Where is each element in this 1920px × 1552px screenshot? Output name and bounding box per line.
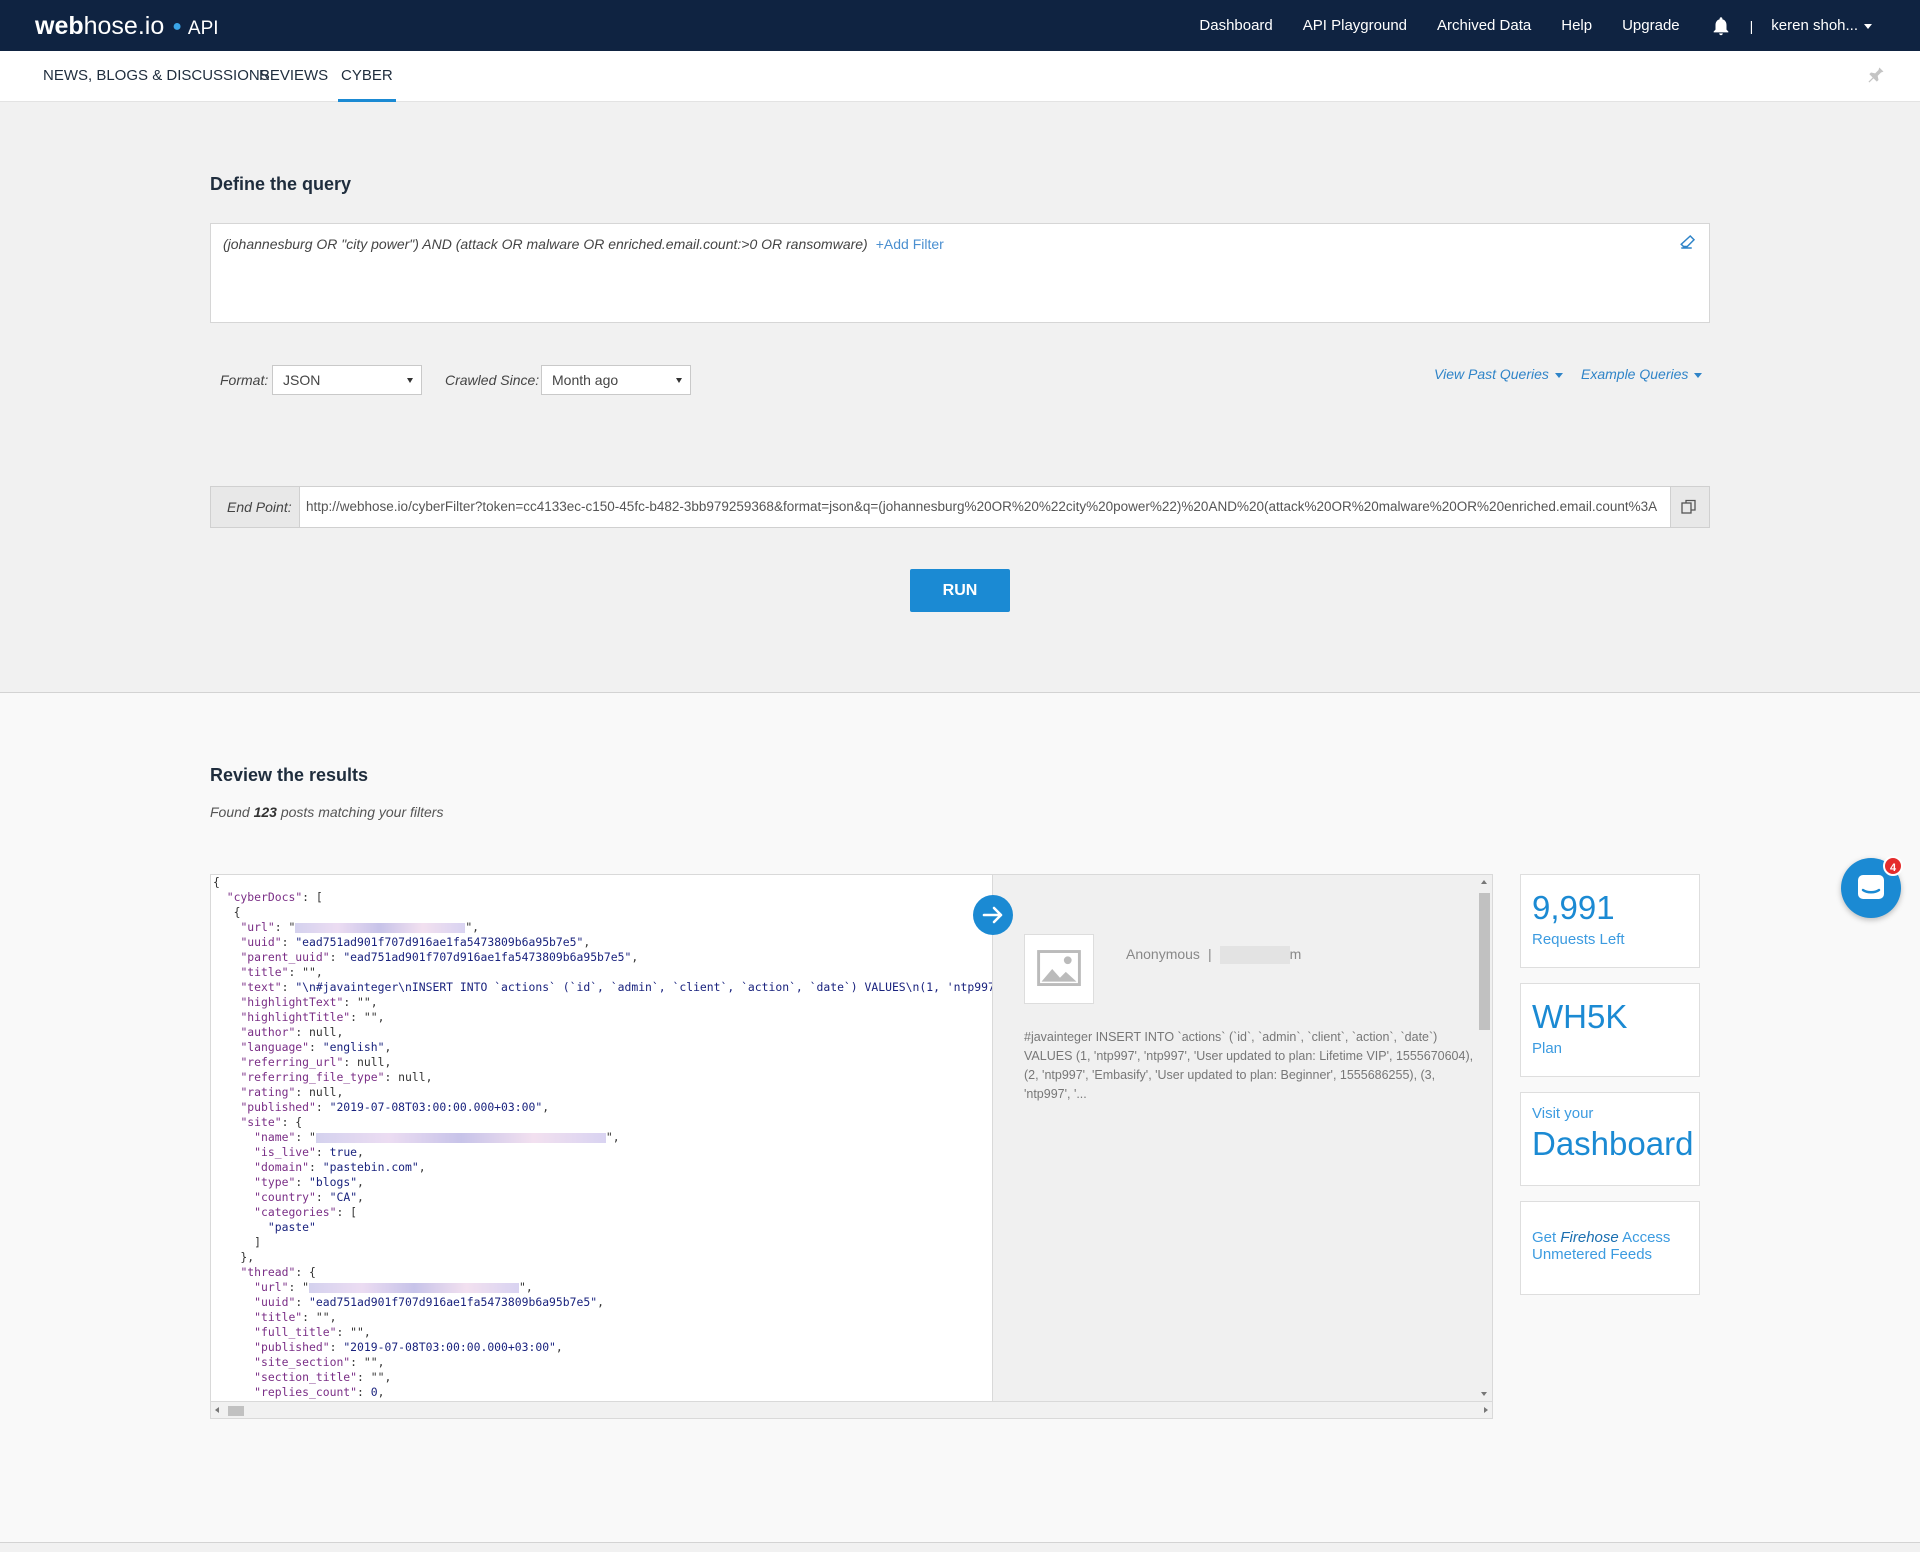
post-thumbnail — [1024, 934, 1094, 1004]
nav-help[interactable]: Help — [1561, 17, 1592, 34]
user-menu[interactable]: keren shoh... — [1771, 17, 1872, 34]
crawled-since-select[interactable]: Month ago — [541, 365, 691, 395]
vertical-scrollbar[interactable] — [1477, 875, 1492, 1401]
eraser-icon[interactable] — [1679, 233, 1697, 251]
scroll-right-icon[interactable] — [1484, 1407, 1488, 1413]
chat-launcher[interactable]: 4 — [1841, 856, 1903, 918]
tab-cyber[interactable]: CYBER — [338, 51, 396, 102]
chevron-down-icon — [1864, 23, 1872, 29]
chevron-down-icon — [1694, 372, 1703, 378]
tab-bar: NEWS, BLOGS & DISCUSSIONS REVIEWS CYBER — [0, 51, 1920, 102]
copy-icon[interactable] — [1681, 499, 1697, 515]
footer-divider — [0, 1542, 1920, 1543]
format-label: Format: — [220, 372, 269, 388]
nav-separator: | — [1749, 17, 1754, 34]
query-text[interactable]: (johannesburg OR "city power") AND (atta… — [223, 236, 944, 252]
arrow-right-icon — [982, 906, 1003, 924]
format-select[interactable]: JSON — [272, 365, 422, 395]
top-navbar: webhose.io ● API Dashboard API Playground … — [0, 0, 1920, 51]
plan-card: WH5K Plan — [1520, 983, 1700, 1077]
endpoint-bar: End Point: http://webhose.io/cyberFilter… — [210, 486, 1710, 528]
logo[interactable]: webhose.io ● API — [35, 12, 219, 41]
define-query-heading: Define the query — [210, 174, 352, 194]
json-output[interactable]: { "cyberDocs": [ { "url": " ", "uuid": "e… — [210, 874, 993, 1402]
bell-icon[interactable] — [1710, 15, 1732, 37]
post-snippet: #javainteger INSERT INTO `actions` (`id`… — [1024, 1030, 1474, 1101]
crawled-since-label: Crawled Since: — [445, 372, 540, 388]
nav-upgrade[interactable]: Upgrade — [1622, 17, 1680, 34]
scroll-thumb[interactable] — [1479, 893, 1490, 1030]
redacted-site — [1219, 946, 1290, 965]
image-placeholder-icon — [1037, 950, 1081, 986]
scroll-up-icon[interactable] — [1481, 880, 1487, 884]
scroll-thumb[interactable] — [228, 1406, 244, 1416]
firehose-card[interactable]: Get Firehose Access Unmetered Feeds — [1520, 1201, 1700, 1295]
requests-left-card: 9,991 Requests Left — [1520, 874, 1700, 968]
query-editor[interactable]: (johannesburg OR "city power") AND (atta… — [210, 223, 1710, 323]
results-count: Found 123 posts matching your filters — [210, 804, 444, 820]
review-results-heading: Review the results — [210, 765, 369, 785]
open-post-button[interactable] — [973, 895, 1013, 935]
top-nav-links: Dashboard API Playground Archived Data H… — [1169, 0, 1920, 51]
nav-dashboard[interactable]: Dashboard — [1199, 17, 1272, 34]
dropdown-arrow-icon — [676, 378, 682, 383]
scroll-down-icon[interactable] — [1481, 1392, 1487, 1396]
add-filter-link[interactable]: +Add Filter — [876, 236, 944, 252]
tab-news-blogs-discussions[interactable]: NEWS, BLOGS & DISCUSSIONS — [43, 51, 270, 102]
json-code: { "cyberDocs": [ { "url": " ", "uuid": "e… — [213, 875, 992, 1399]
chevron-down-icon — [1554, 372, 1563, 378]
scroll-left-icon[interactable] — [215, 1407, 219, 1413]
run-button[interactable]: RUN — [910, 569, 1010, 612]
logo-dot: ● — [172, 18, 182, 35]
endpoint-url[interactable]: http://webhose.io/cyberFilter?token=cc41… — [299, 487, 1671, 527]
nav-archived-data[interactable]: Archived Data — [1437, 17, 1531, 34]
post-author: Anonymous | m — [1126, 946, 1301, 965]
example-queries-link[interactable]: Example Queries — [1581, 366, 1703, 382]
view-past-queries-link[interactable]: View Past Queries — [1434, 366, 1563, 382]
pin-icon[interactable] — [1866, 65, 1886, 85]
dashboard-card[interactable]: Visit your Dashboard — [1520, 1092, 1700, 1186]
dropdown-arrow-icon — [407, 378, 413, 383]
tab-reviews[interactable]: REVIEWS — [259, 51, 328, 102]
nav-api-playground[interactable]: API Playground — [1303, 17, 1407, 34]
chat-badge: 4 — [1883, 856, 1903, 876]
horizontal-scrollbar[interactable] — [210, 1402, 1493, 1419]
endpoint-label: End Point: — [227, 499, 292, 515]
